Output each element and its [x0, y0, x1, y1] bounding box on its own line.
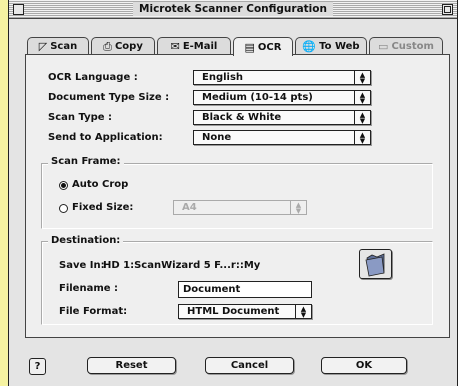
choose-folder-button[interactable] — [359, 249, 392, 279]
email-icon: ✉ — [170, 40, 180, 53]
document-type-size-value: Medium (10-14 pts) — [202, 92, 313, 103]
cancel-button[interactable]: Cancel — [205, 357, 294, 374]
scan-type-popup[interactable]: Black & White ▲ ▼ — [193, 110, 371, 125]
popup-arrows-icon: ▲ ▼ — [354, 71, 370, 85]
copy-icon: ⎙ — [103, 40, 112, 53]
scan-frame-group — [41, 163, 433, 229]
reset-label: Reset — [115, 360, 148, 371]
save-in-path: HD 1:ScanWizard 5 F...r::My — [103, 260, 261, 271]
scan-frame-title: Scan Frame: — [48, 156, 124, 167]
zoom-box[interactable] — [442, 4, 453, 15]
web-icon: 🌐 — [302, 40, 317, 53]
send-to-application-value: None — [202, 132, 232, 143]
send-to-application-popup[interactable]: None ▲ ▼ — [193, 130, 371, 145]
document-type-size-label: Document Type Size : — [48, 92, 170, 103]
help-icon: ? — [34, 361, 41, 372]
tab-label: Copy — [114, 41, 143, 52]
destination-title: Destination: — [48, 235, 124, 246]
title-bar[interactable]: Microtek Scanner Configuration — [9, 0, 457, 19]
filename-label: Filename : — [59, 283, 119, 294]
close-box[interactable] — [13, 4, 24, 15]
tab-copy[interactable]: ⎙ Copy — [91, 37, 155, 55]
scan-type-label: Scan Type : — [48, 112, 113, 123]
reset-button[interactable]: Reset — [87, 357, 176, 374]
file-format-value: HTML Document — [187, 306, 280, 317]
tab-to-web[interactable]: 🌐 To Web — [295, 37, 367, 55]
fixed-size-popup: A4 ▲ ▼ — [173, 200, 307, 215]
fixed-size-label[interactable]: Fixed Size: — [72, 202, 133, 213]
tab-label: E-Mail — [182, 41, 218, 52]
tab-label: To Web — [319, 41, 360, 52]
filename-value: Document — [183, 284, 241, 295]
tab-scan[interactable]: ◸ Scan — [27, 37, 89, 55]
popup-arrows-icon: ▲ ▼ — [354, 111, 370, 125]
send-to-application-label: Send to Application: — [48, 132, 163, 143]
tab-label: Scan — [50, 41, 78, 52]
custom-icon: ▭ — [378, 40, 389, 53]
cancel-label: Cancel — [230, 360, 269, 371]
auto-crop-radio[interactable] — [59, 181, 68, 190]
filename-field[interactable]: Document — [178, 281, 312, 298]
tab-email[interactable]: ✉ E-Mail — [157, 37, 231, 55]
window-title: Microtek Scanner Configuration — [133, 2, 333, 16]
ocr-language-label: OCR Language : — [48, 72, 138, 83]
file-format-popup[interactable]: HTML Document ▲ ▼ — [178, 304, 312, 319]
ok-label: OK — [355, 360, 373, 371]
tab-label: OCR — [257, 41, 282, 53]
popup-arrows-icon: ▲ ▼ — [354, 91, 370, 105]
tab-label: Custom — [391, 41, 434, 52]
ocr-language-popup[interactable]: English ▲ ▼ — [193, 70, 371, 85]
ocr-language-value: English — [202, 72, 244, 83]
popup-arrows-icon: ▲ ▼ — [290, 201, 306, 215]
popup-arrows-icon: ▲ ▼ — [354, 131, 370, 145]
scanner-configuration-window: Microtek Scanner Configuration ◸ Scan ⎙ … — [8, 0, 458, 386]
tab-ocr[interactable]: ▤ OCR — [233, 37, 293, 56]
scan-type-value: Black & White — [202, 112, 282, 123]
popup-arrows-icon: ▲ ▼ — [295, 305, 311, 319]
file-format-label: File Format: — [59, 306, 128, 317]
save-in-label: Save In: — [59, 260, 105, 271]
folder-icon — [365, 253, 385, 277]
fixed-size-value: A4 — [182, 202, 197, 213]
scan-icon: ◸ — [38, 40, 48, 53]
fixed-size-radio[interactable] — [59, 204, 68, 213]
auto-crop-label[interactable]: Auto Crop — [72, 179, 128, 190]
ocr-icon: ▤ — [244, 40, 255, 54]
document-type-size-popup[interactable]: Medium (10-14 pts) ▲ ▼ — [193, 90, 371, 105]
tab-custom[interactable]: ▭ Custom — [369, 37, 443, 55]
ok-button[interactable]: OK — [321, 357, 407, 374]
ocr-settings-panel: OCR Language : English ▲ ▼ Document Type … — [25, 54, 450, 338]
help-button[interactable]: ? — [29, 358, 46, 375]
